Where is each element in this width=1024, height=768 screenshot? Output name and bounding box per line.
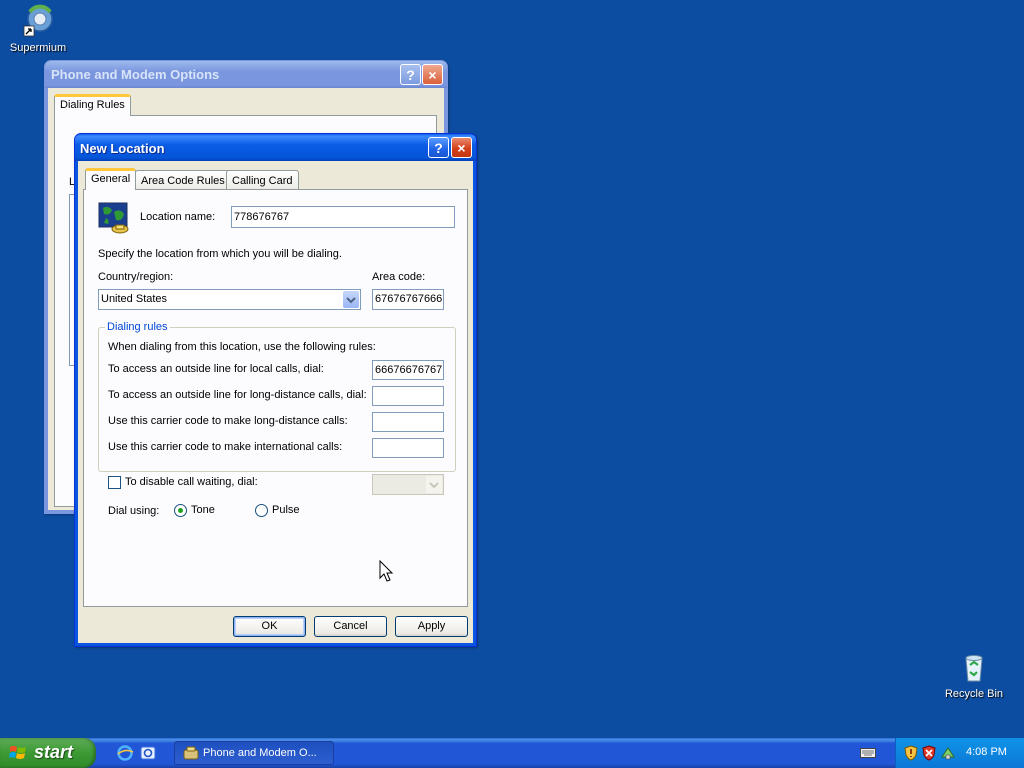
security-shield-icon[interactable] (904, 745, 918, 761)
tab-general[interactable]: General (85, 168, 137, 190)
phone-modem-icon (183, 745, 199, 761)
help-button[interactable]: ? (428, 137, 449, 158)
dialog-body: General Area Code Rules Calling Card Loc… (78, 161, 473, 643)
task-button-phone-modem[interactable]: Phone and Modem O... (174, 741, 334, 765)
general-tab-panel: Location name: 778676767 Specify the loc… (83, 189, 468, 607)
tab-area-code-rules[interactable]: Area Code Rules (135, 170, 231, 190)
carrier-international-label: Use this carrier code to make internatio… (108, 441, 343, 453)
pulse-label: Pulse (272, 504, 300, 516)
help-button[interactable]: ? (400, 64, 421, 85)
desktop-icon-supermium[interactable]: Supermium (0, 4, 76, 54)
network-icon[interactable] (940, 745, 956, 761)
system-tray: 4:08 PM (895, 738, 1024, 768)
dialog-title: New Location (80, 141, 165, 156)
start-button[interactable]: start (0, 738, 96, 768)
new-location-dialog[interactable]: New Location ? × General Area Code Rules… (74, 133, 477, 647)
windows-logo-icon (9, 745, 27, 761)
dial-using-label: Dial using: (108, 505, 160, 517)
ok-button[interactable]: OK (233, 616, 306, 637)
task-button-label: Phone and Modem O... (203, 747, 317, 759)
clock: 4:08 PM (966, 746, 1007, 758)
chevron-down-icon[interactable] (343, 291, 359, 308)
long-distance-input[interactable] (372, 386, 444, 406)
apply-button[interactable]: Apply (395, 616, 468, 637)
window-title: Phone and Modem Options (51, 67, 220, 82)
call-waiting-select[interactable] (372, 474, 444, 495)
keyboard-icon[interactable] (860, 747, 876, 759)
cancel-button[interactable]: Cancel (314, 616, 387, 637)
call-waiting-checkbox[interactable] (108, 476, 121, 489)
close-button[interactable]: × (451, 137, 472, 158)
desktop-icon-recycle-bin[interactable]: Recycle Bin (936, 650, 1012, 700)
country-select[interactable]: United States (98, 289, 361, 310)
country-value: United States (101, 293, 168, 305)
carrier-international-input[interactable] (372, 438, 444, 458)
desktop-icon-label: Supermium (9, 42, 67, 54)
area-code-input[interactable]: 67676767666 (372, 289, 444, 310)
call-waiting-label: To disable call waiting, dial: (125, 476, 258, 488)
start-label: start (34, 742, 74, 762)
local-calls-label: To access an outside line for local call… (108, 363, 324, 375)
desktop-icon-label: Recycle Bin (944, 688, 1004, 700)
area-code-label: Area code: (372, 271, 426, 283)
location-globe-icon (98, 202, 130, 234)
title-bar[interactable]: New Location ? × (75, 134, 476, 161)
carrier-long-distance-label: Use this carrier code to make long-dista… (108, 415, 348, 427)
country-label: Country/region: (98, 271, 174, 283)
outlook-express-icon[interactable] (139, 744, 157, 762)
recycle-bin-icon (957, 650, 991, 684)
tab-calling-card[interactable]: Calling Card (226, 170, 299, 190)
tone-label: Tone (191, 504, 215, 516)
location-name-input[interactable]: 778676767 (231, 206, 455, 228)
tone-radio[interactable] (174, 504, 187, 517)
ie-icon[interactable] (116, 744, 134, 762)
chevron-down-icon (426, 476, 442, 493)
specify-text: Specify the location from which you will… (98, 248, 342, 260)
close-button[interactable]: × (422, 64, 443, 85)
title-bar[interactable]: Phone and Modem Options ? × (45, 61, 447, 88)
security-alert-icon[interactable] (922, 745, 936, 761)
tab-dialing-rules[interactable]: Dialing Rules (54, 94, 131, 116)
pulse-radio[interactable] (255, 504, 268, 517)
taskbar: start Phone and Modem O... 4:08 PM (0, 738, 1024, 768)
mouse-cursor-icon (379, 559, 395, 584)
supermium-icon (21, 4, 55, 38)
dialing-intro-text: When dialing from this location, use the… (108, 341, 376, 353)
location-name-label: Location name: (140, 211, 216, 223)
local-calls-input[interactable]: 66676676767 (372, 360, 444, 380)
long-distance-label: To access an outside line for long-dista… (108, 389, 367, 401)
dialing-rules-title: Dialing rules (105, 321, 170, 333)
carrier-long-distance-input[interactable] (372, 412, 444, 432)
